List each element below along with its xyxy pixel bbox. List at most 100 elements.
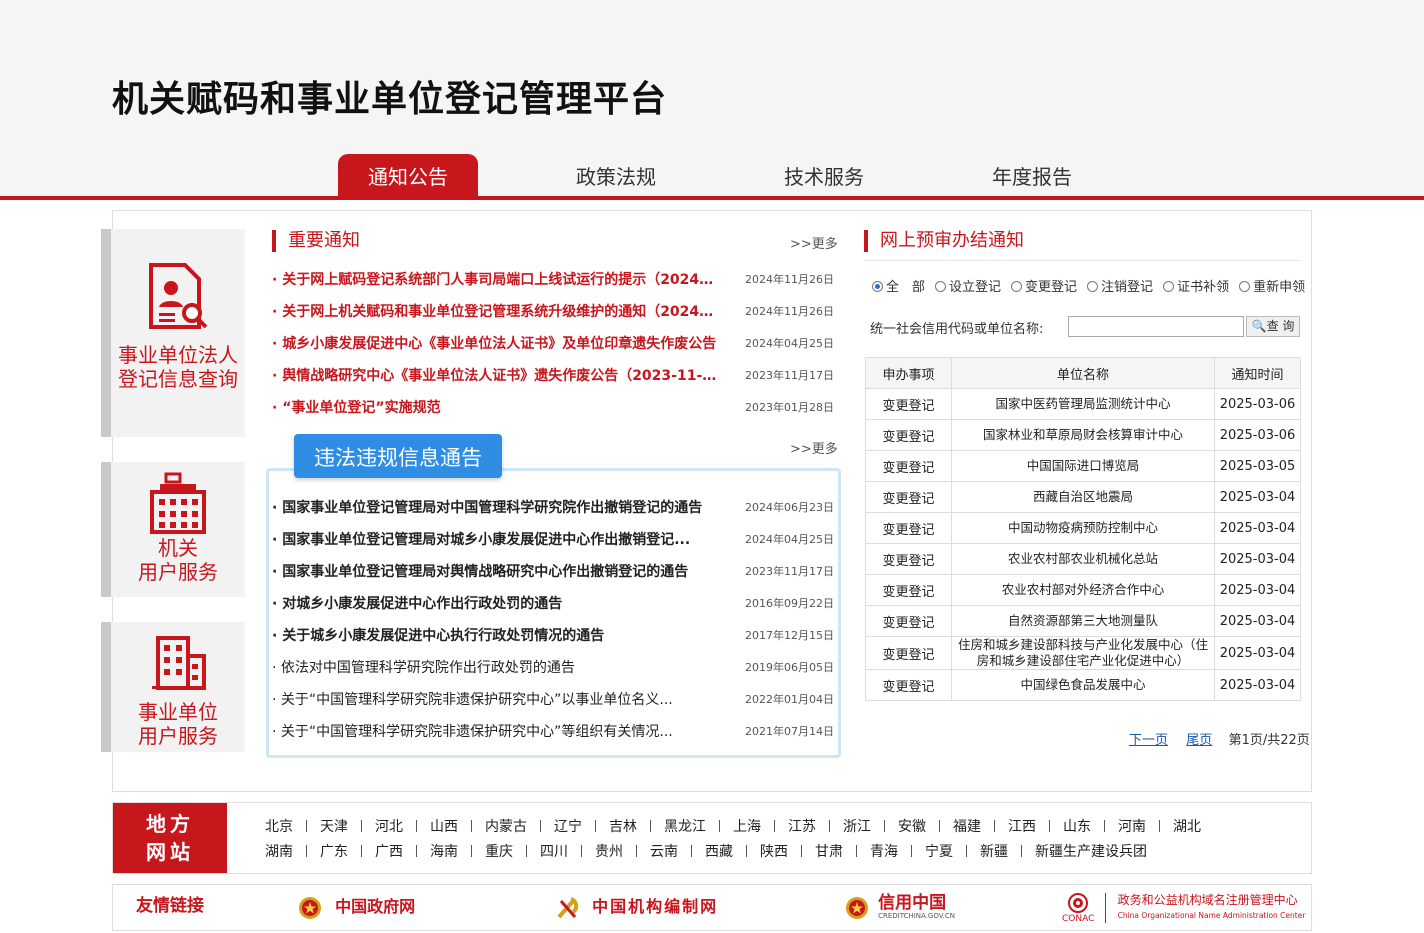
row-unit-name[interactable]: 自然资源部第三大地测量队 <box>951 605 1215 637</box>
province-link[interactable]: 贵州 <box>595 841 623 861</box>
row-unit-name[interactable]: 国家林业和草原局财会核算审计中心 <box>951 419 1215 451</box>
notice-title[interactable]: · 城乡小康发展促进中心《事业单位法人证书》及单位印章遗失作废公告 <box>272 328 720 360</box>
province-link[interactable]: 辽宁 <box>554 816 582 836</box>
province-link[interactable]: 宁夏 <box>925 841 953 861</box>
last-page-link[interactable]: 尾页 <box>1186 733 1212 748</box>
notice-item[interactable]: · 城乡小康发展促进中心《事业单位法人证书》及单位印章遗失作废公告 2024年04… <box>272 328 834 360</box>
tab-tech-service[interactable]: 技术服务 <box>754 154 894 196</box>
row-unit-name[interactable]: 农业农村部农业机械化总站 <box>951 543 1215 575</box>
province-link[interactable]: 江苏 <box>788 816 816 836</box>
filter-radio[interactable]: 重新申领 <box>1239 276 1310 295</box>
notice-title[interactable]: · 关于城乡小康发展促进中心执行行政处罚情况的通告 <box>272 620 720 652</box>
province-link[interactable]: 黑龙江 <box>664 816 706 836</box>
gov-link[interactable]: 中国政府网 <box>298 884 415 929</box>
province-link[interactable]: 江西 <box>1008 816 1036 836</box>
table-row[interactable]: 变更登记 西藏自治区地震局 2025-03-04 <box>865 481 1301 513</box>
radio-circle[interactable] <box>872 281 883 292</box>
search-input[interactable] <box>1068 316 1244 337</box>
notice-title[interactable]: · 依法对中国管理科学研究院作出行政处罚的通告 <box>272 652 720 684</box>
tab-annual-report[interactable]: 年度报告 <box>962 154 1102 196</box>
notice-item[interactable]: · 关于城乡小康发展促进中心执行行政处罚情况的通告 2017年12月15日 <box>272 620 834 652</box>
next-page-link[interactable]: 下一页 <box>1129 733 1168 748</box>
notice-title[interactable]: · 舆情战略研究中心《事业单位法人证书》遗失作废公告（2023-11-17） <box>272 360 720 392</box>
filter-radio[interactable]: 注销登记 <box>1087 276 1158 295</box>
province-link[interactable]: 广西 <box>375 841 403 861</box>
province-link[interactable]: 福建 <box>953 816 981 836</box>
province-link[interactable]: 甘肃 <box>815 841 843 861</box>
province-link[interactable]: 上海 <box>733 816 761 836</box>
notice-title[interactable]: · 对城乡小康发展促进中心作出行政处罚的通告 <box>272 588 720 620</box>
row-unit-name[interactable]: 中国国际进口博览局 <box>951 450 1215 482</box>
credit-china-link[interactable]: 信用中国 CREDITCHINA.GOV.CN <box>845 884 955 929</box>
notice-item[interactable]: · 国家事业单位登记管理局对舆情战略研究中心作出撤销登记的通告 2023年11月1… <box>272 556 834 588</box>
conac-link[interactable]: CONAC 政务和公益机构域名注册管理中心 China Organization… <box>1062 884 1305 929</box>
province-link[interactable]: 陕西 <box>760 841 788 861</box>
province-link[interactable]: 山西 <box>430 816 458 836</box>
row-unit-name[interactable]: 国家中医药管理局监测统计中心 <box>951 388 1215 420</box>
province-link[interactable]: 青海 <box>870 841 898 861</box>
row-unit-name[interactable]: 农业农村部对外经济合作中心 <box>951 574 1215 606</box>
province-link[interactable]: 北京 <box>265 816 293 836</box>
side-organ-service[interactable]: 机关 用户服务 <box>101 462 245 597</box>
notice-title[interactable]: · 关于“中国管理科学研究院非遗保护研究中心”以事业单位名义... <box>272 684 720 716</box>
filter-radio[interactable]: 变更登记 <box>1011 276 1082 295</box>
table-row[interactable]: 变更登记 中国绿色食品发展中心 2025-03-04 <box>865 669 1301 701</box>
table-row[interactable]: 变更登记 农业农村部对外经济合作中心 2025-03-04 <box>865 574 1301 606</box>
province-link[interactable]: 新疆 <box>980 841 1008 861</box>
table-row[interactable]: 变更登记 农业农村部农业机械化总站 2025-03-04 <box>865 543 1301 575</box>
violation-more-link[interactable]: >>更多 <box>790 438 838 457</box>
radio-circle[interactable] <box>1011 281 1023 292</box>
notice-title[interactable]: · 关于“中国管理科学研究院非遗保护研究中心”等组织有关情况... <box>272 716 720 748</box>
province-link[interactable]: 西藏 <box>705 841 733 861</box>
notice-item[interactable]: · 国家事业单位登记管理局对城乡小康发展促进中心作出撤销登记... 2024年04… <box>272 524 834 556</box>
province-link[interactable]: 河南 <box>1118 816 1146 836</box>
row-unit-name[interactable]: 西藏自治区地震局 <box>951 481 1215 513</box>
row-unit-name[interactable]: 住房和城乡建设部科技与产业化发展中心（住房和城乡建设部住宅产业化促进中心） <box>951 636 1215 670</box>
notice-title[interactable]: · 国家事业单位登记管理局对舆情战略研究中心作出撤销登记的通告 <box>272 556 720 588</box>
table-row[interactable]: 变更登记 国家中医药管理局监测统计中心 2025-03-06 <box>865 388 1301 420</box>
notice-title[interactable]: · 国家事业单位登记管理局对中国管理科学研究院作出撤销登记的通告 <box>272 492 720 524</box>
notice-item[interactable]: · 依法对中国管理科学研究院作出行政处罚的通告 2019年06月05日 <box>272 652 834 684</box>
province-link[interactable]: 重庆 <box>485 841 513 861</box>
side-institution-service[interactable]: 事业单位 用户服务 <box>101 622 245 752</box>
tab-policy[interactable]: 政策法规 <box>546 154 686 196</box>
notice-item[interactable]: · 关于网上机关赋码和事业单位登记管理系统升级维护的通知（2024年11月26日… <box>272 296 834 328</box>
notice-item[interactable]: · “事业单位登记”实施规范 2023年01月28日 <box>272 392 834 424</box>
notice-item[interactable]: · 关于“中国管理科学研究院非遗保护研究中心”等组织有关情况... 2021年07… <box>272 716 834 748</box>
notice-item[interactable]: · 国家事业单位登记管理局对中国管理科学研究院作出撤销登记的通告 2024年06月… <box>272 492 834 524</box>
province-link[interactable]: 河北 <box>375 816 403 836</box>
row-unit-name[interactable]: 中国动物疫病预防控制中心 <box>951 512 1215 544</box>
filter-radio[interactable]: 设立登记 <box>935 276 1006 295</box>
province-link[interactable]: 云南 <box>650 841 678 861</box>
side-legal-person-query[interactable]: 事业单位法人 登记信息查询 <box>101 229 245 437</box>
province-link[interactable]: 浙江 <box>843 816 871 836</box>
important-more-link[interactable]: >>更多 <box>790 233 838 252</box>
province-link[interactable]: 安徽 <box>898 816 926 836</box>
province-link[interactable]: 四川 <box>540 841 568 861</box>
notice-title[interactable]: · 关于网上机关赋码和事业单位登记管理系统升级维护的通知（2024年11月26日… <box>272 296 720 328</box>
tab-notice[interactable]: 通知公告 <box>338 154 478 196</box>
table-row[interactable]: 变更登记 自然资源部第三大地测量队 2025-03-04 <box>865 605 1301 637</box>
province-link[interactable]: 新疆生产建设兵团 <box>1035 841 1147 861</box>
notice-title[interactable]: · “事业单位登记”实施规范 <box>272 392 720 424</box>
filter-radio[interactable]: 证书补领 <box>1163 276 1234 295</box>
province-link[interactable]: 吉林 <box>609 816 637 836</box>
province-link[interactable]: 广东 <box>320 841 348 861</box>
radio-circle[interactable] <box>1087 281 1099 292</box>
scopsr-link[interactable]: 中国机构编制网 <box>555 884 718 929</box>
filter-radio[interactable]: 全 部 <box>872 276 930 295</box>
notice-item[interactable]: · 舆情战略研究中心《事业单位法人证书》遗失作废公告（2023-11-17） 20… <box>272 360 834 392</box>
radio-circle[interactable] <box>1239 281 1251 292</box>
notice-item[interactable]: · 对城乡小康发展促进中心作出行政处罚的通告 2016年09月22日 <box>272 588 834 620</box>
province-link[interactable]: 湖北 <box>1173 816 1201 836</box>
notice-title[interactable]: · 关于网上赋码登记系统部门人事司局端口上线试运行的提示（2024年11月26日… <box>272 264 720 296</box>
search-button[interactable]: 🔍查 询 <box>1246 316 1300 337</box>
table-row[interactable]: 变更登记 住房和城乡建设部科技与产业化发展中心（住房和城乡建设部住宅产业化促进中心… <box>865 636 1301 670</box>
row-unit-name[interactable]: 中国绿色食品发展中心 <box>951 669 1215 701</box>
province-link[interactable]: 湖南 <box>265 841 293 861</box>
notice-item[interactable]: · 关于网上赋码登记系统部门人事司局端口上线试运行的提示（2024年11月26日… <box>272 264 834 296</box>
province-link[interactable]: 海南 <box>430 841 458 861</box>
province-link[interactable]: 天津 <box>320 816 348 836</box>
radio-circle[interactable] <box>935 281 947 292</box>
table-row[interactable]: 变更登记 国家林业和草原局财会核算审计中心 2025-03-06 <box>865 419 1301 451</box>
